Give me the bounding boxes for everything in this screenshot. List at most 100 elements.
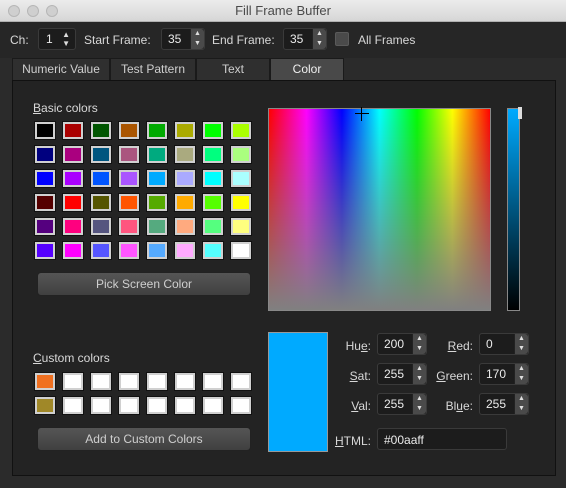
sat-spinbox[interactable]: 255 ▲ ▼ <box>377 363 427 385</box>
custom-color-swatch[interactable] <box>90 372 112 391</box>
green-stepper[interactable]: ▲ ▼ <box>514 364 528 384</box>
basic-color-swatch[interactable] <box>62 217 84 236</box>
basic-color-swatch[interactable] <box>90 121 112 140</box>
custom-color-swatch[interactable] <box>202 372 224 391</box>
custom-color-swatch[interactable] <box>90 396 112 415</box>
start-frame-spinbox[interactable]: 35 ▲ ▼ <box>161 28 205 50</box>
add-to-custom-colors-button[interactable]: Add to Custom Colors <box>37 427 251 451</box>
basic-color-swatch[interactable] <box>230 145 252 164</box>
basic-color-swatch[interactable] <box>62 193 84 212</box>
basic-color-swatch[interactable] <box>174 217 196 236</box>
step-up-icon[interactable]: ▲ <box>515 364 528 374</box>
basic-color-swatch[interactable] <box>34 145 56 164</box>
custom-color-swatch[interactable] <box>62 372 84 391</box>
tab-text[interactable]: Text <box>196 58 270 80</box>
custom-color-swatch[interactable] <box>34 372 56 391</box>
hue-spinbox[interactable]: 200 ▲ ▼ <box>377 333 427 355</box>
blue-stepper[interactable]: ▲ ▼ <box>514 394 528 414</box>
basic-color-swatch[interactable] <box>34 217 56 236</box>
basic-color-swatch[interactable] <box>202 121 224 140</box>
end-frame-stepper[interactable]: ▲ ▼ <box>312 29 326 49</box>
custom-color-swatch[interactable] <box>62 396 84 415</box>
val-stepper[interactable]: ▲ ▼ <box>412 394 426 414</box>
val-spinbox[interactable]: 255 ▲ ▼ <box>377 393 427 415</box>
basic-color-swatch[interactable] <box>202 217 224 236</box>
step-down-icon[interactable]: ▼ <box>413 404 426 414</box>
hue-saturation-picker[interactable] <box>268 107 491 311</box>
basic-color-swatch[interactable] <box>230 121 252 140</box>
basic-color-swatch[interactable] <box>90 217 112 236</box>
custom-color-swatch[interactable] <box>230 396 252 415</box>
tab-numeric-value[interactable]: Numeric Value <box>12 58 110 80</box>
basic-color-swatch[interactable] <box>202 145 224 164</box>
sat-stepper[interactable]: ▲ ▼ <box>412 364 426 384</box>
custom-color-swatch[interactable] <box>146 372 168 391</box>
step-down-icon[interactable]: ▼ <box>515 374 528 384</box>
step-down-icon[interactable]: ▼ <box>413 374 426 384</box>
channel-select[interactable]: 1 ▲ ▼ <box>38 28 76 50</box>
basic-color-swatch[interactable] <box>202 193 224 212</box>
basic-color-swatch[interactable] <box>230 217 252 236</box>
basic-color-swatch[interactable] <box>174 121 196 140</box>
blue-spinbox[interactable]: 255 ▲ ▼ <box>479 393 529 415</box>
basic-color-swatch[interactable] <box>146 193 168 212</box>
hue-stepper[interactable]: ▲ ▼ <box>412 334 426 354</box>
step-up-icon[interactable]: ▲ <box>515 334 528 344</box>
step-down-icon[interactable]: ▼ <box>413 344 426 354</box>
basic-color-swatch[interactable] <box>174 241 196 260</box>
basic-color-swatch[interactable] <box>62 145 84 164</box>
basic-color-swatch[interactable] <box>34 193 56 212</box>
basic-color-swatch[interactable] <box>202 169 224 188</box>
pick-screen-color-button[interactable]: Pick Screen Color <box>37 272 251 296</box>
slider-handle[interactable] <box>518 107 522 119</box>
end-frame-spinbox[interactable]: 35 ▲ ▼ <box>283 28 327 50</box>
step-down-icon[interactable]: ▼ <box>191 39 204 49</box>
basic-color-swatch[interactable] <box>146 121 168 140</box>
basic-color-swatch[interactable] <box>118 193 140 212</box>
basic-color-swatch[interactable] <box>90 241 112 260</box>
step-up-icon[interactable]: ▲ <box>413 394 426 404</box>
basic-color-swatch[interactable] <box>230 169 252 188</box>
custom-color-swatch[interactable] <box>174 396 196 415</box>
basic-color-swatch[interactable] <box>34 121 56 140</box>
basic-color-swatch[interactable] <box>62 169 84 188</box>
custom-color-swatch[interactable] <box>230 372 252 391</box>
step-up-icon[interactable]: ▲ <box>515 394 528 404</box>
basic-color-swatch[interactable] <box>118 241 140 260</box>
basic-color-swatch[interactable] <box>230 241 252 260</box>
basic-color-swatch[interactable] <box>62 121 84 140</box>
all-frames-checkbox[interactable] <box>335 32 349 46</box>
basic-color-swatch[interactable] <box>146 241 168 260</box>
basic-color-swatch[interactable] <box>118 145 140 164</box>
value-slider[interactable] <box>507 107 522 311</box>
custom-color-swatch[interactable] <box>34 396 56 415</box>
basic-color-swatch[interactable] <box>90 145 112 164</box>
green-spinbox[interactable]: 170 ▲ ▼ <box>479 363 529 385</box>
step-up-icon[interactable]: ▲ <box>191 29 204 39</box>
step-down-icon[interactable]: ▼ <box>515 404 528 414</box>
basic-color-swatch[interactable] <box>118 217 140 236</box>
step-up-icon[interactable]: ▲ <box>413 364 426 374</box>
custom-color-swatch[interactable] <box>118 372 140 391</box>
basic-color-swatch[interactable] <box>202 241 224 260</box>
html-color-field[interactable]: #00aaff <box>377 428 507 450</box>
basic-color-swatch[interactable] <box>146 145 168 164</box>
basic-color-swatch[interactable] <box>90 169 112 188</box>
red-stepper[interactable]: ▲ ▼ <box>514 334 528 354</box>
step-down-icon[interactable]: ▼ <box>313 39 326 49</box>
basic-color-swatch[interactable] <box>174 145 196 164</box>
basic-color-swatch[interactable] <box>118 121 140 140</box>
basic-color-swatch[interactable] <box>118 169 140 188</box>
basic-color-swatch[interactable] <box>174 193 196 212</box>
basic-color-swatch[interactable] <box>174 169 196 188</box>
start-frame-stepper[interactable]: ▲ ▼ <box>190 29 204 49</box>
tab-test-pattern[interactable]: Test Pattern <box>110 58 196 80</box>
custom-color-swatch[interactable] <box>202 396 224 415</box>
custom-color-swatch[interactable] <box>118 396 140 415</box>
basic-color-swatch[interactable] <box>230 193 252 212</box>
basic-color-swatch[interactable] <box>146 217 168 236</box>
basic-color-swatch[interactable] <box>34 169 56 188</box>
step-down-icon[interactable]: ▼ <box>515 344 528 354</box>
basic-color-swatch[interactable] <box>34 241 56 260</box>
custom-color-swatch[interactable] <box>146 396 168 415</box>
